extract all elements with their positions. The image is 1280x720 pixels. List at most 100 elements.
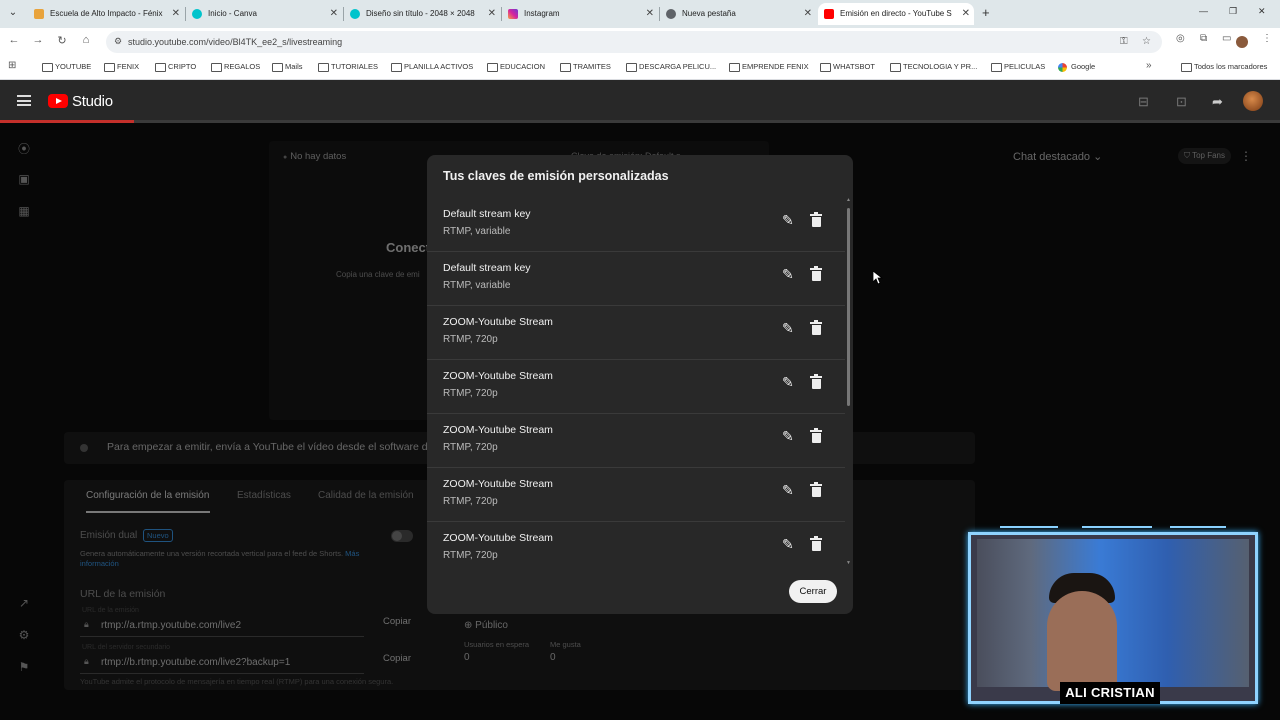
bookmark-folder[interactable]: DESCARGA PELICU... — [626, 61, 716, 73]
close-button[interactable]: Cerrar — [789, 580, 837, 603]
home-icon[interactable]: ⌂ — [78, 34, 94, 46]
address-bar[interactable]: ⚙ studio.youtube.com/video/Bl4TK_ee2_s/l… — [106, 31, 1162, 53]
bookmark-star-icon[interactable]: ☆ — [1142, 36, 1151, 47]
new-tab-icon[interactable]: + — [982, 5, 990, 20]
close-tab-icon[interactable]: ✕ — [804, 3, 812, 25]
tab-search-icon[interactable]: ⌄ — [4, 4, 22, 22]
save-icon[interactable]: ⊡ — [1176, 94, 1187, 110]
reload-icon[interactable]: ↻ — [54, 34, 70, 47]
restore-icon[interactable]: ❐ — [1229, 6, 1237, 17]
stream-key-row[interactable]: ZOOM-Youtube Stream RTMP, 720p ✎ — [427, 360, 845, 414]
browser-tab[interactable]: Escuela de Alto Impacto - Fénix ✕ — [28, 3, 184, 25]
close-tab-icon[interactable]: ✕ — [646, 3, 654, 25]
address-url[interactable]: studio.youtube.com/video/Bl4TK_ee2_s/liv… — [128, 37, 342, 47]
tab-favicon-icon — [34, 9, 44, 19]
scrollbar-thumb[interactable] — [847, 208, 850, 406]
close-window-icon[interactable]: ✕ — [1258, 6, 1266, 17]
studio-logo-text[interactable]: Studio — [72, 93, 113, 110]
bookmark-folder[interactable]: FENIX — [104, 61, 139, 73]
stream-key-name: ZOOM-Youtube Stream — [443, 316, 553, 328]
browser-tab[interactable]: Inicio - Canva ✕ — [186, 3, 342, 25]
bookmark-folder[interactable]: REGALOS — [211, 61, 260, 73]
stream-key-row[interactable]: ZOOM-Youtube Stream RTMP, 720p ✎ — [427, 468, 845, 522]
bookmark-folder[interactable]: TUTORIALES — [318, 61, 378, 73]
share-icon[interactable]: ➦ — [1212, 94, 1223, 110]
extensions-puzzle-icon[interactable]: ⧉ — [1200, 33, 1207, 44]
stream-key-name: ZOOM-Youtube Stream — [443, 478, 553, 490]
dialog-scrollbar[interactable] — [847, 200, 851, 567]
edit-pencil-icon[interactable]: ✎ — [782, 266, 794, 283]
delete-trash-icon[interactable] — [810, 428, 822, 443]
delete-trash-icon[interactable] — [810, 266, 822, 281]
stream-key-row[interactable]: ZOOM-Youtube Stream RTMP, 720p ✎ — [427, 522, 845, 570]
delete-trash-icon[interactable] — [810, 482, 822, 497]
edit-pencil-icon[interactable]: ✎ — [782, 320, 794, 337]
stream-keys-dialog: Tus claves de emisión personalizadas Def… — [427, 155, 853, 614]
delete-trash-icon[interactable] — [810, 374, 822, 389]
stream-key-name: Default stream key — [443, 208, 531, 220]
delete-trash-icon[interactable] — [810, 212, 822, 227]
all-bookmarks[interactable]: Todos los marcadores — [1181, 61, 1267, 73]
browser-tab[interactable]: Instagram ✕ — [502, 3, 658, 25]
tab-title: Escuela de Alto Impacto - Fénix — [50, 9, 163, 18]
edit-pencil-icon[interactable]: ✎ — [782, 482, 794, 499]
delete-trash-icon[interactable] — [810, 320, 822, 335]
close-tab-icon[interactable]: ✕ — [330, 3, 338, 25]
dialog-title: Tus claves de emisión personalizadas — [443, 169, 669, 183]
clip-icon[interactable]: ⊟ — [1138, 94, 1149, 110]
youtube-logo-icon[interactable] — [48, 94, 68, 108]
bookmark-folder[interactable]: PELICULAS — [991, 61, 1045, 73]
bookmarks-bar: ⊞ YOUTUBE FENIX CRIPTO REGALOS Mails TUT… — [0, 56, 1280, 80]
avatar[interactable] — [1243, 91, 1263, 111]
edit-pencil-icon[interactable]: ✎ — [782, 428, 794, 445]
stream-key-row[interactable]: Default stream key RTMP, variable ✎ — [427, 252, 845, 306]
edit-pencil-icon[interactable]: ✎ — [782, 212, 794, 229]
forward-icon[interactable]: → — [30, 34, 46, 46]
browser-menu-icon[interactable]: ⋮ — [1262, 33, 1272, 44]
profile-avatar[interactable] — [1236, 36, 1248, 48]
bookmark-google[interactable]: Google — [1058, 61, 1095, 73]
bookmark-folder[interactable]: EMPRENDE FENIX — [729, 61, 809, 73]
browser-tab-active[interactable]: Emisión en directo - YouTube S ✕ — [818, 3, 974, 25]
webcam-person — [1047, 591, 1117, 691]
side-panel-icon[interactable]: ▭ — [1222, 33, 1231, 44]
tab-title: Inicio - Canva — [208, 9, 257, 18]
delete-trash-icon[interactable] — [810, 536, 822, 551]
minimize-icon[interactable]: — — [1199, 6, 1208, 16]
stream-key-row[interactable]: Default stream key RTMP, variable ✎ — [427, 198, 845, 252]
stream-key-row[interactable]: ZOOM-Youtube Stream RTMP, 720p ✎ — [427, 414, 845, 468]
edit-pencil-icon[interactable]: ✎ — [782, 374, 794, 391]
edit-pencil-icon[interactable]: ✎ — [782, 536, 794, 553]
webcam-frame-decoration — [1000, 526, 1058, 528]
apps-grid-icon[interactable]: ⊞ — [8, 60, 16, 71]
scroll-down-arrow-icon[interactable]: ▼ — [846, 560, 851, 566]
extension-icon[interactable]: ◎ — [1176, 33, 1185, 44]
bookmark-folder[interactable]: WHATSBOT — [820, 61, 875, 73]
password-key-icon[interactable]: ⚿ — [1120, 36, 1128, 47]
more-bookmarks-icon[interactable]: » — [1146, 60, 1152, 71]
bookmark-folder[interactable]: Mails — [272, 61, 303, 73]
bookmark-folder[interactable]: TRAMITES — [560, 61, 611, 73]
youtube-studio-favicon-icon — [824, 9, 834, 19]
stream-key-detail: RTMP, 720p — [443, 496, 498, 507]
stream-key-list[interactable]: Default stream key RTMP, variable ✎ Defa… — [427, 198, 853, 570]
bookmark-folder[interactable]: EDUCACION — [487, 61, 545, 73]
bookmark-folder[interactable]: PLANILLA ACTIVOS — [391, 61, 473, 73]
stream-key-row[interactable]: ZOOM-Youtube Stream RTMP, 720p ✎ — [427, 306, 845, 360]
bookmark-folder[interactable]: CRIPTO — [155, 61, 196, 73]
menu-icon[interactable] — [17, 95, 31, 106]
bookmark-folder[interactable]: TECNOLOGIA Y PR... — [890, 61, 977, 73]
site-info-icon[interactable]: ⚙ — [114, 36, 122, 47]
stream-key-name: Default stream key — [443, 262, 531, 274]
browser-tab-strip: ⌄ Escuela de Alto Impacto - Fénix ✕ Inic… — [0, 0, 1280, 28]
browser-tab[interactable]: Nueva pestaña ✕ — [660, 3, 816, 25]
back-icon[interactable]: ← — [6, 34, 22, 46]
close-tab-icon[interactable]: ✕ — [488, 3, 496, 25]
stream-key-name: ZOOM-Youtube Stream — [443, 370, 553, 382]
close-tab-icon[interactable]: ✕ — [172, 3, 180, 25]
browser-tab[interactable]: Diseño sin título - 2048 × 2048 ✕ — [344, 3, 500, 25]
close-tab-icon[interactable]: ✕ — [962, 3, 970, 25]
tab-title: Nueva pestaña — [682, 9, 736, 18]
webcam-overlay — [968, 532, 1258, 704]
bookmark-folder[interactable]: YOUTUBE — [42, 61, 91, 73]
